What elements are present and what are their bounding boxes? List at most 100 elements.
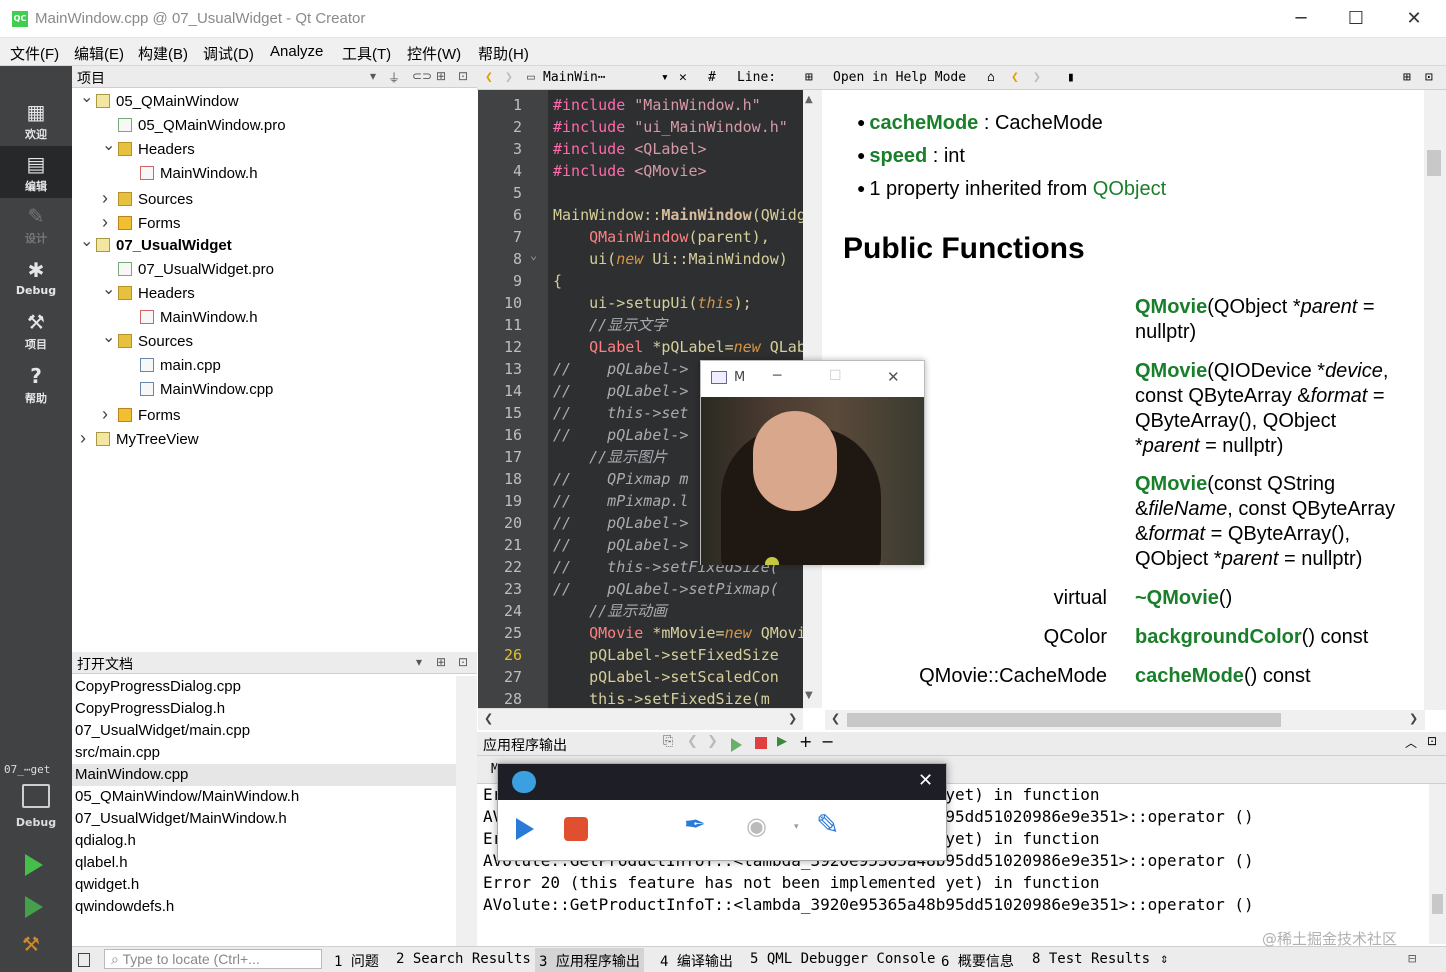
mode-debug[interactable]: ✱ Debug	[0, 252, 72, 304]
tree-item[interactable]: MainWindow.h	[124, 306, 258, 330]
chevron-down-icon[interactable]: ⌄	[102, 134, 118, 158]
menu-build[interactable]: 构建(B)	[138, 43, 188, 64]
forward-icon[interactable]: ❯	[505, 70, 513, 85]
recorder-stop-icon[interactable]	[564, 817, 588, 841]
close-file-icon[interactable]: ✕	[679, 70, 687, 85]
open-doc-item[interactable]: qwindowdefs.h	[75, 896, 174, 918]
fold-marker-icon[interactable]: ⌄	[530, 248, 537, 262]
attach-icon[interactable]: ⎘	[663, 734, 673, 749]
close-pane-icon[interactable]: ⊡	[458, 69, 468, 83]
debug-run-icon[interactable]	[25, 896, 43, 918]
open-doc-item[interactable]: qwidget.h	[75, 874, 139, 896]
tab-test-results[interactable]: 8 Test Results	[1032, 951, 1150, 967]
maximize-pane-icon[interactable]: ︿	[1405, 734, 1417, 751]
menu-file[interactable]: 文件(F)	[10, 43, 59, 64]
tree-item[interactable]: MainWindow.h	[124, 162, 258, 186]
scroll-right-icon[interactable]: ❯	[1409, 712, 1418, 725]
help-hscroll-thumb[interactable]	[847, 713, 1281, 727]
output-scroll-thumb[interactable]	[1432, 894, 1443, 914]
close-pane-icon[interactable]: ⊡	[458, 655, 468, 669]
tree-item[interactable]: ⌄ Headers	[102, 137, 195, 162]
symbol-selector[interactable]: #	[708, 70, 716, 85]
tree-item[interactable]: › Sources	[102, 186, 193, 210]
tree-item[interactable]: ⌄ 05_QMainWindow	[80, 89, 239, 114]
open-docs-scrollbar[interactable]	[456, 676, 477, 946]
close-pane-icon[interactable]: ⊡	[1427, 734, 1437, 748]
scroll-left-icon[interactable]: ❮	[484, 712, 493, 725]
chevron-right-icon[interactable]: ›	[102, 186, 118, 210]
tree-item[interactable]: ⌄ Sources	[102, 329, 193, 354]
more-tabs-icon[interactable]: ⇕	[1160, 951, 1168, 967]
chevron-down-icon[interactable]: ⌄	[80, 230, 96, 254]
back-icon[interactable]: ❮	[485, 70, 493, 85]
add-icon[interactable]: +	[799, 732, 812, 751]
menu-edit[interactable]: 编辑(E)	[74, 43, 124, 64]
function-link[interactable]: ~QMovie	[1135, 587, 1219, 609]
stop-icon[interactable]	[755, 737, 767, 749]
maximize-button[interactable]: ☐	[1327, 4, 1385, 34]
tree-item[interactable]: MainWindow.cpp	[124, 378, 273, 402]
chevron-down-icon[interactable]: ⌄	[102, 278, 118, 302]
menu-debug[interactable]: 调试(D)	[203, 43, 254, 64]
open-doc-item[interactable]: 05_QMainWindow/MainWindow.h	[75, 786, 299, 808]
tab-qml-debugger-console[interactable]: 5 QML Debugger Console	[750, 951, 935, 967]
split-icon[interactable]: ⊞	[805, 70, 813, 85]
editor-hscroll[interactable]: ❮ ❯	[478, 708, 803, 730]
function-link[interactable]: backgroundColor	[1135, 626, 1302, 648]
help-mode-button[interactable]: Open in Help Mode	[833, 70, 966, 85]
open-doc-item[interactable]: CopyProgressDialog.cpp	[75, 676, 241, 698]
function-link[interactable]: QMovie	[1135, 360, 1207, 382]
mode-help[interactable]: ? 帮助	[0, 358, 72, 410]
function-link[interactable]: QMovie	[1135, 473, 1207, 495]
open-doc-item[interactable]: 07_UsualWidget/main.cpp	[75, 720, 250, 742]
property-link[interactable]: speed	[869, 145, 927, 167]
tree-item[interactable]: › MyTreeView	[80, 426, 199, 450]
mode-welcome[interactable]: ▦ 欢迎	[0, 94, 72, 146]
open-doc-item[interactable]: CopyProgressDialog.h	[75, 698, 225, 720]
tree-item[interactable]: main.cpp	[124, 354, 221, 378]
tab-compile-output[interactable]: 4 编译输出	[660, 951, 733, 971]
remove-icon[interactable]: −	[821, 732, 834, 751]
minimize-button[interactable]: ─	[1272, 4, 1330, 34]
file-selector[interactable]: MainWin⋯	[543, 70, 606, 85]
tree-item[interactable]: ⌄ 07_UsualWidget	[80, 233, 232, 258]
tree-item[interactable]: › Forms	[102, 210, 181, 234]
mode-edit[interactable]: ▤ 编辑	[0, 146, 72, 198]
build-hammer-icon[interactable]: ⚒	[22, 932, 40, 956]
progress-toggle-icon[interactable]: ⊟	[1408, 951, 1416, 967]
video-minimize-button[interactable]: ─	[773, 368, 781, 384]
tree-item[interactable]: 05_QMainWindow.pro	[102, 114, 286, 138]
video-close-button[interactable]: ✕	[887, 368, 900, 386]
help-scroll-thumb[interactable]	[1427, 150, 1441, 176]
property-link[interactable]: cacheMode	[869, 112, 978, 134]
help-vscroll[interactable]	[1424, 90, 1446, 710]
scroll-left-icon[interactable]: ❮	[831, 712, 840, 725]
open-doc-item[interactable]: qdialog.h	[75, 830, 136, 852]
file-dropdown-icon[interactable]: ▾	[661, 70, 669, 85]
function-link[interactable]: cacheMode	[1135, 665, 1244, 687]
menu-analyze[interactable]: Analyze	[270, 43, 323, 60]
video-window[interactable]: M ─ ☐ ✕	[700, 360, 925, 565]
tab-application-output[interactable]: 3 应用程序输出	[535, 948, 644, 972]
split-icon[interactable]: ⊞	[436, 69, 446, 83]
dropdown-icon[interactable]: ▾	[370, 69, 376, 83]
tab-issues[interactable]: 1 问题	[334, 951, 379, 971]
qobject-link[interactable]: QObject	[1093, 178, 1166, 200]
prev-icon[interactable]: ❮	[687, 734, 698, 749]
recorder-play-icon[interactable]	[516, 818, 534, 840]
menu-tools[interactable]: 工具(T)	[342, 43, 391, 64]
bookmark-icon[interactable]: ▮	[1067, 70, 1075, 85]
scroll-up-icon[interactable]: ▲	[805, 94, 813, 105]
tab-general-messages[interactable]: 6 概要信息	[941, 951, 1014, 971]
close-pane-icon[interactable]: ⊡	[1425, 70, 1433, 85]
mode-design[interactable]: ✎ 设计	[0, 198, 72, 250]
open-doc-item[interactable]: MainWindow.cpp	[72, 764, 456, 786]
output-vscroll[interactable]	[1429, 784, 1446, 944]
menu-help[interactable]: 帮助(H)	[478, 43, 529, 64]
help-hscroll[interactable]: ❮ ❯	[825, 710, 1425, 730]
help-forward-icon[interactable]: ❯	[1033, 70, 1041, 85]
tab-search-results[interactable]: 2 Search Results	[396, 951, 531, 967]
mode-projects[interactable]: ⚒ 项目	[0, 304, 72, 356]
link-icon[interactable]: ⊂⊃	[412, 69, 432, 83]
chevron-right-icon[interactable]: ›	[80, 426, 96, 450]
